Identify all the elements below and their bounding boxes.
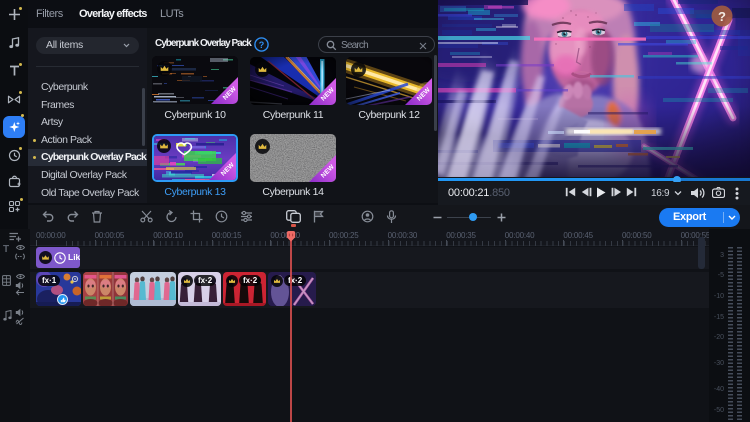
svg-text:?: ? [718,9,726,24]
svg-text:?: ? [259,40,265,50]
